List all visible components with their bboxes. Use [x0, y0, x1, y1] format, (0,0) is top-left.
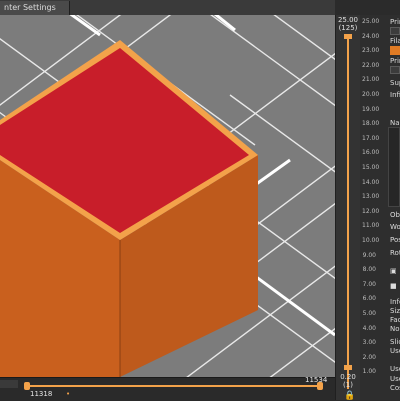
layer-tick-label: 13.00 [362, 193, 380, 201]
top-layer-label: (125) [338, 24, 358, 32]
support-label: Supp [390, 79, 400, 87]
rotation-label: Rot [390, 249, 400, 257]
right-sidebar: 25.00 24.00 23.00 22.00 21.00 20.00 19.00 18.00… [360, 15, 400, 400]
used-filament-label-1: Use [390, 347, 400, 355]
layer-tick-label: 24.00 [362, 32, 380, 40]
print-settings-gear-button[interactable] [390, 27, 400, 35]
layer-tick-label: 14.00 [362, 178, 380, 186]
horizontal-slider-track[interactable] [28, 385, 320, 387]
print2-label: Print [390, 57, 400, 65]
filament-color-swatch[interactable] [390, 46, 400, 55]
layer-tick-label: 3.00 [362, 339, 376, 347]
layer-tick-label: 19.00 [362, 105, 380, 113]
no-errors-label: No [390, 325, 400, 333]
layer-tick-label: 10.00 [362, 237, 380, 244]
layer-tick-label: 1.00 [362, 368, 376, 376]
horizontal-slider-left-value: 11318 [30, 390, 53, 398]
used-filament-label-2: Use [390, 365, 400, 373]
layer-tick-label: 20.00 [362, 91, 380, 98]
tab-bar: nter Settings [0, 0, 335, 16]
layer-tick-label: 21.00 [362, 76, 380, 84]
layer-tick-label: 18.00 [362, 120, 380, 128]
layer-tick-label: 6.00 [362, 295, 376, 303]
print-settings-label: Print [390, 18, 400, 26]
layer-tick-label: 8.00 [362, 266, 376, 274]
horizontal-slider-left-dot: • [66, 390, 71, 398]
horizontal-slider-right-thumb[interactable] [317, 382, 323, 390]
facets-label: Face [390, 316, 400, 324]
slider-left-cap [0, 380, 18, 388]
object-list[interactable] [388, 127, 400, 207]
position-label: Pos [390, 236, 400, 244]
scale-checkbox[interactable]: ■ [390, 282, 397, 290]
layer-slider-bottom-thumb[interactable] [344, 365, 352, 370]
layer-tick-label: 15.00 [362, 164, 380, 171]
info-label: Info [390, 298, 400, 306]
bottom-height-label: 0.20 [340, 373, 356, 381]
cost-label: Cos [390, 384, 400, 392]
tab-printer-settings[interactable]: nter Settings [0, 1, 70, 15]
size-label: Size [390, 307, 400, 315]
infill-label: Infill [390, 91, 400, 99]
layer-slider-top-thumb[interactable] [344, 34, 352, 39]
layer-tick-label: 17.00 [362, 134, 380, 142]
filament-label: Filam [390, 37, 400, 45]
layer-tick-label: 12.00 [362, 207, 380, 215]
world-coordinates-label[interactable]: Wo [390, 223, 400, 231]
layer-tick-label: 2.00 [362, 353, 376, 361]
printer-gear-button[interactable] [390, 66, 400, 74]
layer-tick-label: 16.00 [362, 149, 380, 157]
horizontal-slider-bar: 11534 11318 • [0, 376, 335, 401]
lock-icon[interactable]: ▣ [390, 267, 397, 275]
horizontal-slider-left-thumb[interactable] [24, 382, 30, 390]
build-plate-scene [0, 15, 335, 377]
layer-tick-label: 11.00 [362, 222, 380, 230]
used-filament-label-3: Use [390, 375, 400, 383]
layer-tick-label: 4.00 [362, 324, 376, 332]
bottom-layer-label: (1) [343, 381, 353, 389]
layer-tick-label: 9.00 [362, 251, 376, 259]
3d-viewport[interactable] [0, 15, 335, 377]
layer-tick-label: 25.00 [362, 18, 380, 25]
layer-tick-label: 23.00 [362, 47, 380, 55]
layer-tick-label: 5.00 [362, 310, 376, 317]
layer-slider-track[interactable] [347, 37, 349, 389]
name-label: Nam [390, 119, 400, 127]
top-height-label: 25.00 [337, 16, 359, 24]
layer-tick-label: 22.00 [362, 61, 380, 69]
layer-tick-label: 7.00 [362, 280, 376, 288]
sliced-info-label: Slic [390, 338, 400, 346]
object-manipulation-label: Ob [390, 211, 400, 219]
layer-slider[interactable]: 25.00 (125) 0.20 (1) 🔒 [335, 15, 360, 401]
